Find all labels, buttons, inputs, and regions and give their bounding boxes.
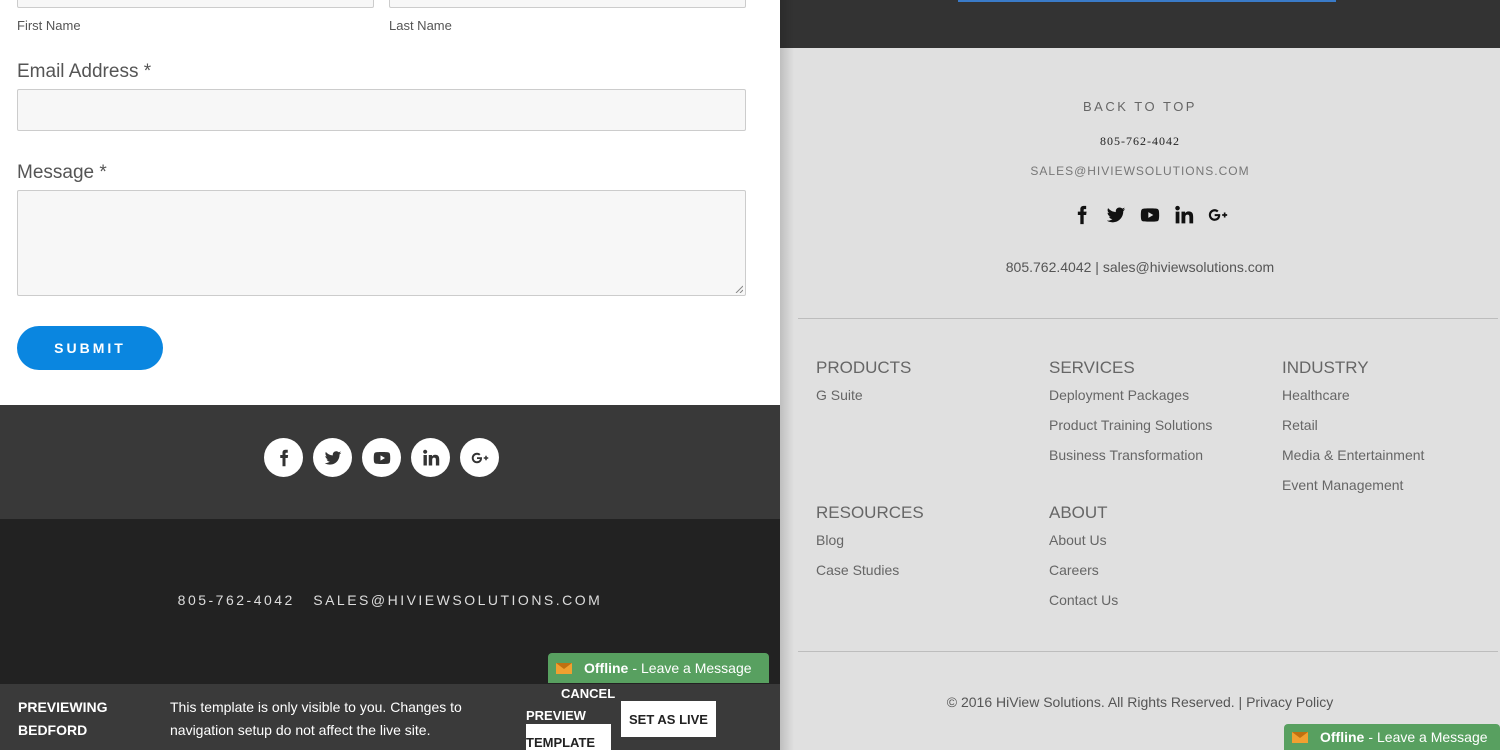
linkedin-button[interactable]	[411, 438, 450, 477]
cancel-button[interactable]: CANCEL	[561, 686, 615, 701]
back-to-top-link[interactable]: BACK TO TOP	[780, 99, 1500, 114]
chat-status-right: Offline	[1320, 729, 1365, 745]
email-label: Email Address *	[17, 61, 152, 82]
first-name-label: First Name	[17, 18, 81, 33]
industry-heading: INDUSTRY	[1282, 358, 1369, 377]
link-blog[interactable]: Blog	[816, 532, 844, 548]
link-healthcare[interactable]: Healthcare	[1282, 387, 1350, 403]
footer-email-link[interactable]: SALES@HIVIEWSOLUTIONS.COM	[313, 592, 602, 608]
footer-phone-link[interactable]: 805-762-4042	[178, 592, 295, 608]
link-business-transformation[interactable]: Business Transformation	[1049, 447, 1203, 463]
right-social-icons	[1070, 204, 1229, 226]
chat-offline-tab-right[interactable]: Offline - Leave a Message	[1284, 724, 1500, 750]
envelope-icon	[1292, 731, 1308, 743]
right-top-accent-line	[958, 0, 1336, 2]
template-label[interactable]: TEMPLATE	[526, 735, 595, 750]
preview-description: This template is only visible to you. Ch…	[170, 696, 510, 742]
set-as-live-button[interactable]: SET AS LIVE	[621, 701, 716, 737]
facebook-icon	[279, 449, 288, 466]
copyright-text: © 2016 HiView Solutions. All Rights Rese…	[946, 694, 1334, 710]
social-band	[0, 405, 780, 519]
right-facebook-link[interactable]	[1070, 204, 1093, 226]
right-twitter-link[interactable]	[1104, 204, 1127, 226]
right-google-plus-link[interactable]	[1206, 204, 1229, 226]
link-g-suite[interactable]: G Suite	[816, 387, 863, 403]
link-contact-us[interactable]: Contact Us	[1049, 592, 1118, 608]
linkedin-icon	[1174, 205, 1193, 224]
products-heading: PRODUCTS	[816, 358, 912, 377]
preview-label[interactable]: PREVIEW	[526, 708, 586, 723]
message-textarea[interactable]	[17, 190, 746, 296]
link-case-studies[interactable]: Case Studies	[816, 562, 899, 578]
right-email[interactable]: SALES@HIVIEWSOLUTIONS.COM	[780, 164, 1500, 178]
google-plus-icon	[1208, 209, 1227, 221]
contact-line: 805-762-4042 SALES@HIVIEWSOLUTIONS.COM	[0, 592, 780, 608]
template-preview-bar: PREVIEWING BEDFORD This template is only…	[0, 684, 780, 750]
email-field[interactable]	[17, 89, 746, 131]
twitter-icon	[324, 450, 341, 465]
link-retail[interactable]: Retail	[1282, 417, 1318, 433]
right-phone[interactable]: 805-762-4042	[780, 134, 1500, 149]
resources-heading: RESOURCES	[816, 503, 924, 522]
last-name-input[interactable]	[389, 0, 746, 8]
twitter-button[interactable]	[313, 438, 352, 477]
youtube-button[interactable]	[362, 438, 401, 477]
chat-status: Offline	[584, 660, 629, 676]
twitter-icon	[1106, 207, 1125, 223]
about-heading: ABOUT	[1049, 503, 1108, 522]
first-name-input[interactable]	[17, 0, 374, 8]
link-deployment-packages[interactable]: Deployment Packages	[1049, 387, 1189, 403]
chat-action-right: Leave a Message	[1377, 729, 1488, 745]
right-panel: BACK TO TOP 805-762-4042 SALES@HIVIEWSOL…	[780, 0, 1500, 750]
chat-action: Leave a Message	[641, 660, 752, 676]
chat-offline-tab[interactable]: Offline - Leave a Message	[548, 653, 769, 683]
resize-handle-icon[interactable]	[735, 285, 743, 293]
right-top-band	[780, 0, 1500, 48]
preview-title-line1: PREVIEWING	[18, 699, 108, 715]
page-root: First Name Last Name Email Address * Mes…	[0, 0, 1500, 750]
linkedin-icon	[422, 449, 439, 465]
footer-divider-bottom	[798, 651, 1498, 652]
youtube-icon	[373, 451, 390, 464]
message-label: Message *	[17, 162, 107, 183]
preview-title: PREVIEWING BEDFORD	[18, 696, 107, 742]
footer-divider-top	[798, 318, 1498, 319]
preview-title-line2: BEDFORD	[18, 722, 88, 738]
submit-button[interactable]: SUBMIT	[17, 326, 163, 370]
chat-separator-right: -	[1368, 729, 1374, 745]
right-youtube-link[interactable]	[1138, 204, 1161, 226]
envelope-icon	[556, 662, 572, 674]
right-contact-line: 805.762.4042 | sales@hiviewsolutions.com	[1005, 259, 1275, 275]
youtube-icon	[1140, 208, 1159, 222]
google-plus-icon	[471, 452, 488, 463]
preview-desc-line2: navigation setup do not affect the live …	[170, 722, 431, 738]
link-event-management[interactable]: Event Management	[1282, 477, 1403, 493]
facebook-button[interactable]	[264, 438, 303, 477]
link-media-entertainment[interactable]: Media & Entertainment	[1282, 447, 1424, 463]
link-product-training[interactable]: Product Training Solutions	[1049, 417, 1212, 433]
chat-separator: -	[632, 660, 638, 676]
right-linkedin-link[interactable]	[1172, 204, 1195, 226]
link-careers[interactable]: Careers	[1049, 562, 1099, 578]
left-panel: First Name Last Name Email Address * Mes…	[0, 0, 780, 750]
last-name-label: Last Name	[389, 18, 452, 33]
services-heading: SERVICES	[1049, 358, 1135, 377]
google-plus-button[interactable]	[460, 438, 499, 477]
facebook-icon	[1077, 205, 1087, 225]
preview-desc-line1: This template is only visible to you. Ch…	[170, 699, 462, 715]
link-about-us[interactable]: About Us	[1049, 532, 1107, 548]
